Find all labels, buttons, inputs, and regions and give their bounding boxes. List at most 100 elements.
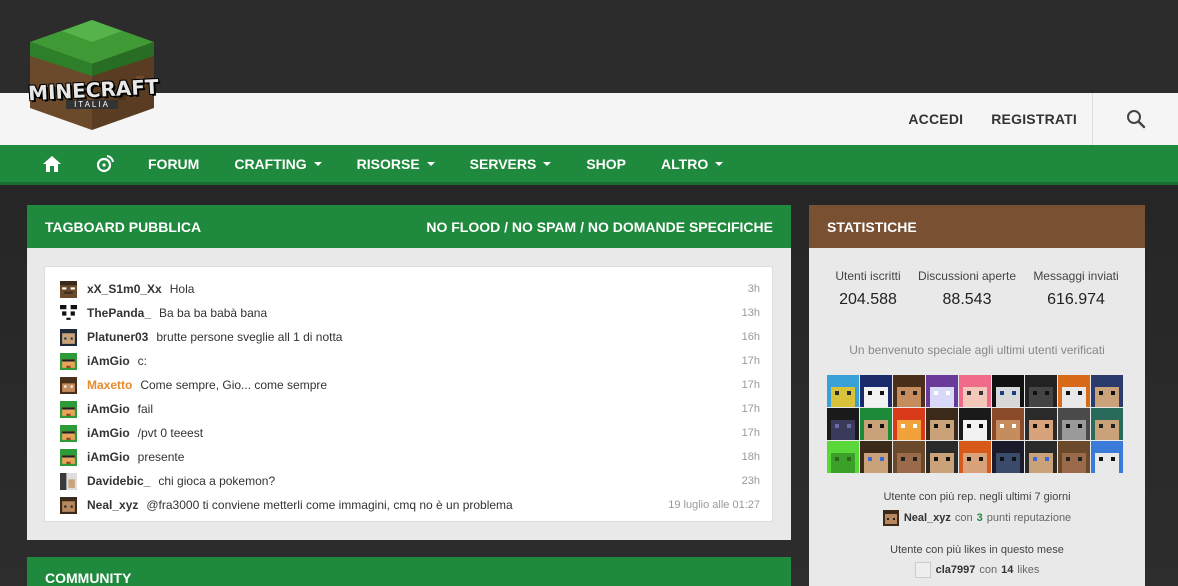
likes-suffix: likes — [1017, 564, 1040, 576]
message-time: 13h — [741, 307, 760, 319]
nav-servers[interactable]: SERVERS — [470, 156, 552, 172]
user-head-avatar[interactable] — [1058, 408, 1090, 440]
user-head-avatar[interactable] — [959, 441, 991, 473]
user-head-avatar[interactable] — [959, 408, 991, 440]
avatar[interactable] — [60, 352, 77, 370]
avatar[interactable] — [60, 304, 77, 322]
user-head-avatar[interactable] — [992, 375, 1024, 407]
message-time: 17h — [741, 403, 760, 415]
rep-with: con — [954, 512, 973, 524]
message-user[interactable]: Neal_xyz — [87, 498, 138, 512]
avatar[interactable] — [60, 400, 77, 418]
list-item: xX_S1m0_Xx Hola 3h — [60, 280, 760, 298]
tagboard-messages[interactable]: xX_S1m0_Xx Hola 3h ThePanda_ Ba ba ba ba… — [44, 266, 773, 522]
avatar[interactable] — [60, 424, 77, 442]
user-head-avatar[interactable] — [860, 375, 892, 407]
message-time: 23h — [741, 475, 760, 487]
avatar[interactable] — [60, 496, 77, 514]
search-icon — [1126, 110, 1145, 129]
user-head-avatar[interactable] — [860, 441, 892, 473]
avatar[interactable] — [914, 562, 931, 578]
user-head-avatar[interactable] — [893, 375, 925, 407]
message-user[interactable]: Platuner03 — [87, 330, 148, 344]
avatar[interactable] — [60, 376, 77, 394]
rep-user[interactable]: Neal_xyz — [904, 512, 951, 524]
message-user[interactable]: Maxetto — [87, 378, 132, 392]
list-item: Davidebic_ chi gioca a pokemon? 23h — [60, 472, 760, 490]
register-link[interactable]: REGISTRATI — [991, 111, 1077, 127]
user-head-avatar[interactable] — [1025, 375, 1057, 407]
message-time: 17h — [741, 379, 760, 391]
likes-with: con — [979, 564, 998, 576]
nav-shop[interactable]: SHOP — [586, 156, 626, 172]
message-user[interactable]: Davidebic_ — [87, 474, 150, 488]
recent-activity-button[interactable] — [96, 154, 114, 173]
user-head-avatar[interactable] — [1091, 441, 1123, 473]
user-head-avatar[interactable] — [1025, 408, 1057, 440]
home-button[interactable] — [42, 155, 62, 173]
list-item: iAmGio fail 17h — [60, 400, 760, 418]
likes-user[interactable]: cla7997 — [936, 564, 976, 576]
user-head-avatar[interactable] — [992, 441, 1024, 473]
main-nav: FORUM CRAFTING RISORSE SERVERS SHOP ALTR… — [0, 145, 1178, 185]
user-head-avatar[interactable] — [827, 441, 859, 473]
user-head-avatar[interactable] — [1058, 375, 1090, 407]
search-button[interactable] — [1092, 93, 1178, 145]
site-logo[interactable]: MINECRAFT ITALIA — [26, 16, 159, 134]
user-head-avatar[interactable] — [992, 408, 1024, 440]
avatar[interactable] — [882, 510, 899, 526]
user-head-avatar[interactable] — [926, 375, 958, 407]
message-time: 19 luglio alle 01:27 — [668, 499, 760, 511]
user-head-avatar[interactable] — [926, 408, 958, 440]
message-text: Come sempre, Gio... come sempre — [140, 378, 328, 392]
nav-forum[interactable]: FORUM — [148, 156, 199, 172]
user-head-avatar[interactable] — [1058, 441, 1090, 473]
activity-icon — [96, 154, 114, 172]
avatar[interactable] — [60, 280, 77, 298]
stat-posts-value: 616.974 — [1047, 291, 1105, 308]
avatar[interactable] — [60, 448, 77, 466]
stats-panel: STATISTICHE Utenti iscritti 204.588 Disc… — [809, 205, 1145, 586]
community-panel-header[interactable]: COMMUNITY — [27, 557, 791, 586]
message-text: /pvt 0 teeest — [137, 426, 204, 440]
stat-threads-label: Discussioni aperte — [917, 269, 1017, 283]
user-head-avatar[interactable] — [1025, 441, 1057, 473]
nav-forum-label: FORUM — [148, 155, 200, 172]
message-text: @fra3000 ti conviene metterli come immag… — [146, 498, 513, 512]
tagboard-panel: TAGBOARD PUBBLICA NO FLOOD / NO SPAM / N… — [27, 205, 791, 540]
nav-risorse[interactable]: RISORSE — [357, 156, 435, 172]
user-head-avatar[interactable] — [860, 408, 892, 440]
likes-label: Utente con più likes in questo mese — [890, 544, 1064, 556]
user-head-avatar[interactable] — [926, 441, 958, 473]
list-item: iAmGio c: 17h — [60, 352, 760, 370]
user-head-avatar[interactable] — [1091, 408, 1123, 440]
stat-posts: Messaggi inviati 616.974 — [1021, 269, 1131, 309]
list-item: iAmGio /pvt 0 teeest 17h — [60, 424, 760, 442]
message-user[interactable]: iAmGio — [87, 354, 130, 368]
user-head-avatar[interactable] — [827, 375, 859, 407]
user-head-avatar[interactable] — [893, 441, 925, 473]
message-time: 17h — [741, 427, 760, 439]
avatar[interactable] — [60, 328, 77, 346]
likes-user-line: cla7997 con 14 likes — [809, 562, 1145, 578]
logo-subtitle: ITALIA — [66, 100, 118, 109]
message-text: chi gioca a pokemon? — [158, 474, 276, 488]
user-head-avatar[interactable] — [959, 375, 991, 407]
user-head-avatar[interactable] — [827, 408, 859, 440]
avatar[interactable] — [60, 472, 77, 490]
rep-label: Utente con più rep. negli ultimi 7 giorn… — [883, 491, 1071, 503]
message-text: fail — [137, 402, 154, 416]
chevron-down-icon — [715, 161, 724, 166]
nav-risorse-label: RISORSE — [356, 155, 420, 172]
nav-crafting[interactable]: CRAFTING — [234, 156, 322, 172]
login-link[interactable]: ACCEDI — [908, 111, 963, 127]
user-head-avatar[interactable] — [1091, 375, 1123, 407]
list-item: Platuner03 brutte persone sveglie all 1 … — [60, 328, 760, 346]
message-user[interactable]: iAmGio — [87, 402, 130, 416]
message-user[interactable]: xX_S1m0_Xx — [87, 282, 162, 296]
message-user[interactable]: iAmGio — [87, 426, 130, 440]
user-head-avatar[interactable] — [893, 408, 925, 440]
nav-altro[interactable]: ALTRO — [661, 156, 724, 172]
message-user[interactable]: ThePanda_ — [87, 306, 151, 320]
message-user[interactable]: iAmGio — [87, 450, 130, 464]
